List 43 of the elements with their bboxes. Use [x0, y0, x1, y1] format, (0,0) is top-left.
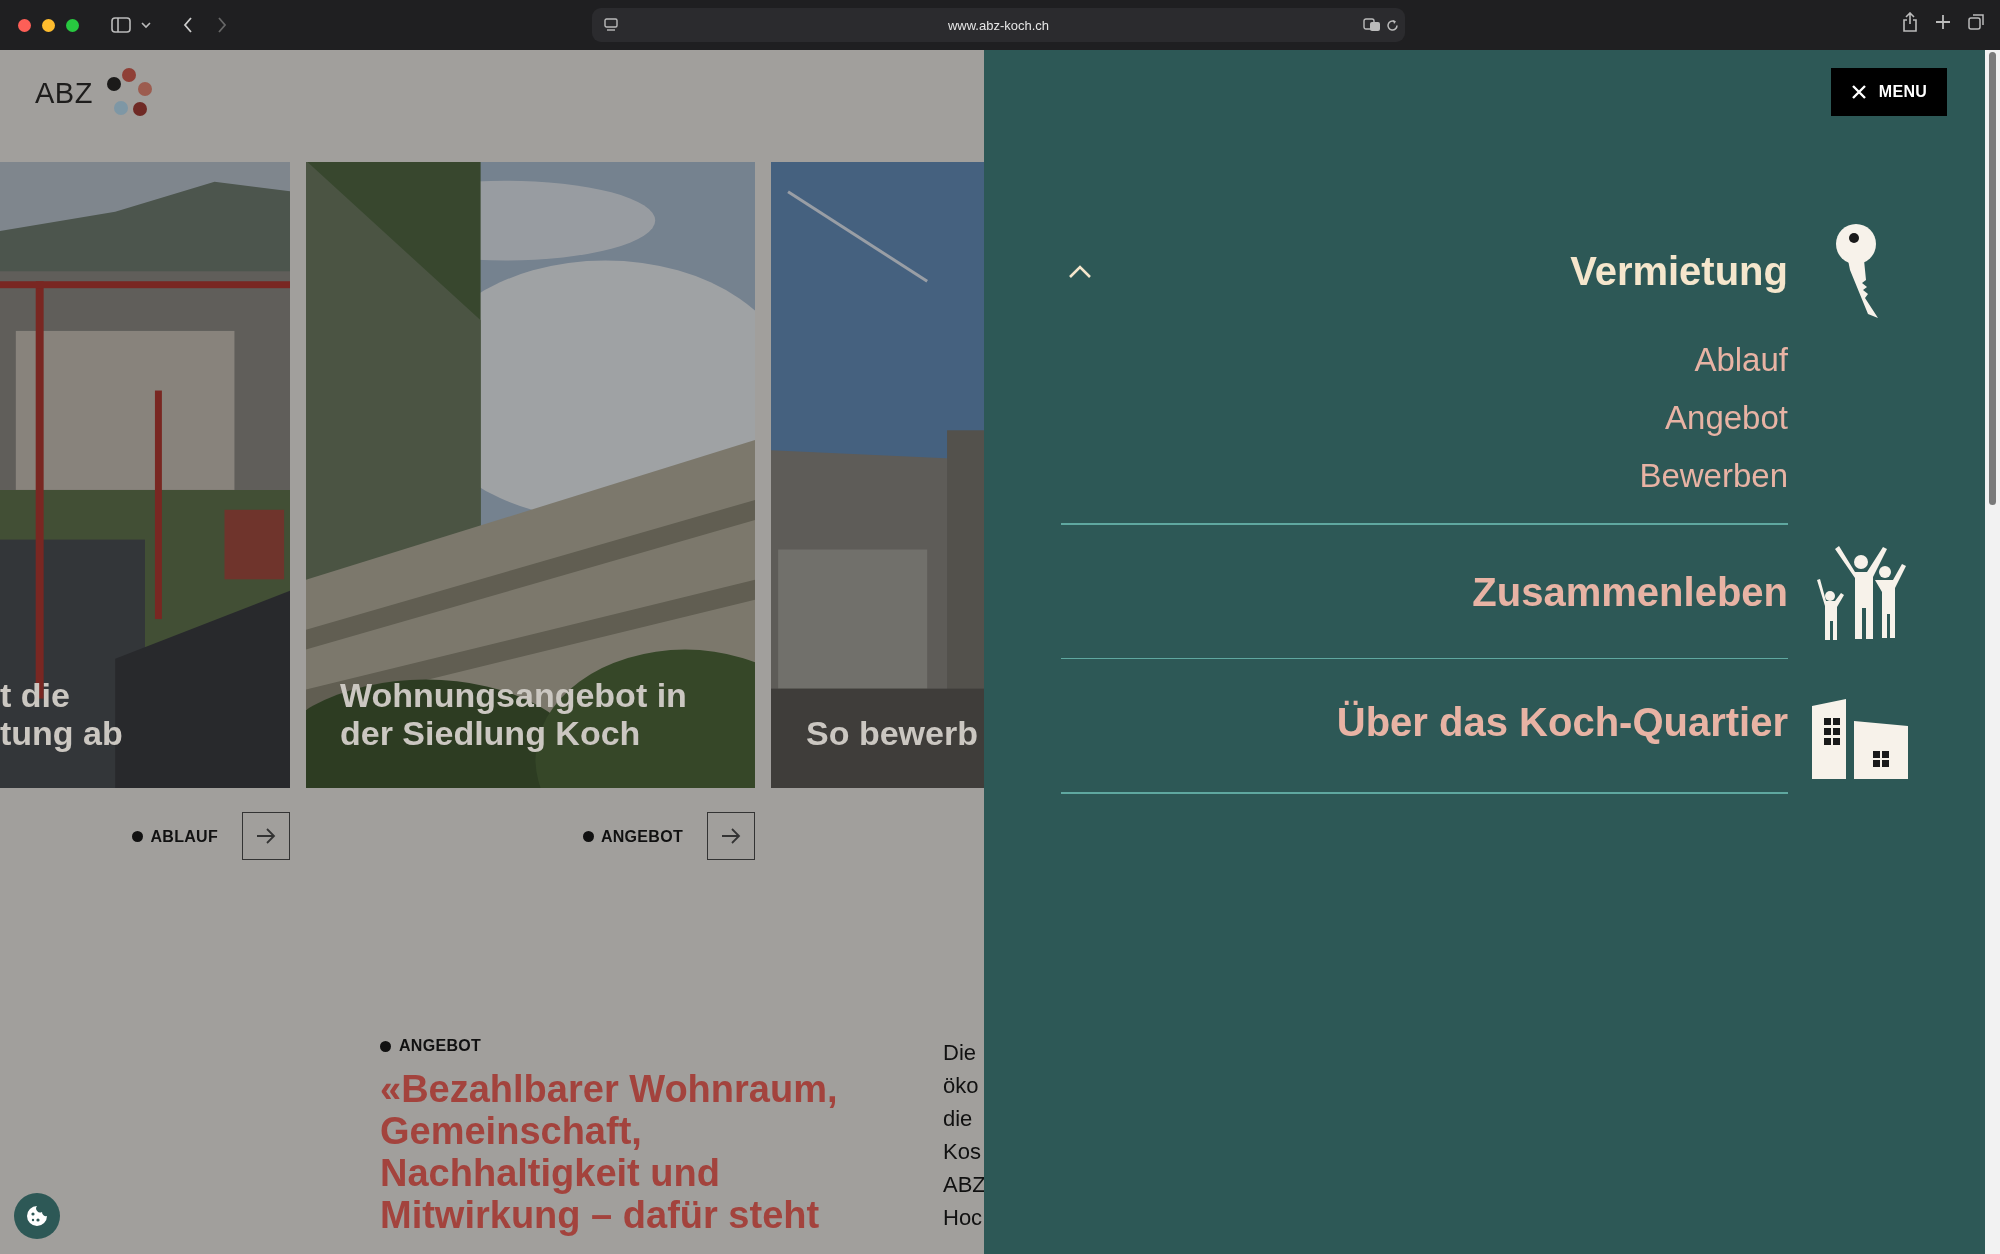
maximize-window-icon[interactable]	[66, 18, 79, 32]
arrow-button[interactable]	[242, 812, 290, 860]
arrow-right-icon	[256, 828, 276, 844]
page-icon	[604, 18, 618, 32]
arrow-button[interactable]	[707, 812, 755, 860]
new-tab-icon[interactable]	[1935, 12, 1951, 32]
bullet-icon	[582, 831, 594, 842]
card-title[interactable]: Wohnungsangebot in der Siedlung Koch	[340, 676, 687, 752]
collapse-chevron-icon[interactable]	[1068, 265, 1092, 279]
logo-text[interactable]: ABZ	[35, 76, 93, 110]
minimize-window-icon[interactable]	[42, 18, 55, 32]
reload-icon[interactable]	[1386, 18, 1399, 32]
category-label: ABLAUF	[132, 827, 218, 846]
translate-icon[interactable]	[1363, 18, 1381, 32]
menu-section-link[interactable]: Zusammenleben	[1472, 570, 1788, 615]
back-icon[interactable]	[183, 17, 193, 33]
close-menu-button[interactable]: MENU	[1831, 68, 1947, 116]
buildings-icon	[1812, 699, 1908, 779]
url-text: www.abz-koch.ch	[947, 17, 1050, 33]
cookie-icon	[26, 1205, 48, 1227]
category-label: ANGEBOT	[380, 1036, 943, 1056]
category-label: ANGEBOT	[582, 827, 683, 846]
scrollbar[interactable]	[1985, 50, 2000, 1254]
address-bar[interactable]: www.abz-koch.ch	[592, 8, 1405, 42]
menu-section-link[interactable]: Über das Koch-Quartier	[1336, 699, 1788, 745]
quote-headline: «Bezahlbarer Wohnraum, Gemeinschaft, Nachhaltigkeit und Mitwirkung – dafür steht	[380, 1068, 839, 1236]
logo-dots-icon	[104, 68, 155, 118]
share-icon[interactable]	[1902, 12, 1918, 32]
submenu-link[interactable]: Bewerben	[1639, 447, 1788, 505]
bullet-icon	[132, 831, 144, 842]
menu-section-link[interactable]: Vermietung	[1570, 248, 1788, 294]
submenu-link[interactable]: Ablauf	[1694, 331, 1788, 389]
bullet-icon	[380, 1040, 391, 1052]
family-icon	[1815, 545, 1907, 640]
cookie-settings-button[interactable]	[14, 1193, 60, 1239]
chevron-down-icon[interactable]	[141, 21, 151, 29]
forward-icon[interactable]	[217, 17, 227, 33]
close-window-icon[interactable]	[18, 18, 31, 32]
arrow-right-icon	[721, 828, 741, 844]
close-icon	[1850, 84, 1867, 100]
tabs-icon[interactable]	[1968, 12, 1986, 32]
submenu-link[interactable]: Angebot	[1665, 389, 1788, 447]
sidebar-icon[interactable]	[111, 17, 131, 33]
